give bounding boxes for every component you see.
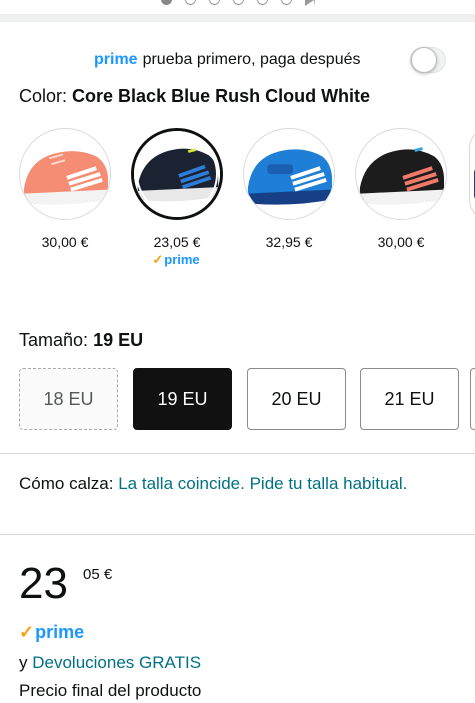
swatch-prime-label: prime bbox=[164, 252, 200, 267]
size-option-18[interactable]: 18 EU bbox=[19, 368, 118, 430]
video-play-icon[interactable] bbox=[304, 0, 315, 6]
product-price: 23 05 € bbox=[19, 559, 112, 608]
carousel-dot[interactable] bbox=[232, 0, 244, 5]
prime-try-before-buy-row: prime prueba primero, paga después bbox=[0, 47, 475, 75]
prime-check-icon: ✓ bbox=[19, 622, 35, 642]
returns-info: y Devoluciones GRATIS bbox=[19, 653, 201, 673]
prime-logo: prime bbox=[94, 51, 138, 68]
shoe-image bbox=[20, 129, 110, 219]
size-option-21[interactable]: 21 EU bbox=[360, 368, 459, 430]
color-swatch-black-coral[interactable] bbox=[355, 128, 447, 220]
carousel-dot[interactable] bbox=[160, 0, 172, 5]
color-swatch-blue[interactable] bbox=[243, 128, 335, 220]
carousel-dot[interactable] bbox=[280, 0, 292, 5]
divider bbox=[0, 453, 475, 454]
prime-try-label: prueba primero, paga después bbox=[142, 51, 361, 68]
selected-size: 19 EU bbox=[93, 330, 144, 350]
fit-info: Cómo calza: La talla coincide. Pide tu t… bbox=[19, 470, 459, 497]
size-label: Tamaño: bbox=[19, 330, 89, 350]
returns-prefix: y bbox=[19, 653, 28, 672]
carousel-dot[interactable] bbox=[256, 0, 268, 5]
free-returns-link[interactable]: Devoluciones GRATIS bbox=[32, 653, 201, 672]
prime-badge: ✓prime bbox=[19, 622, 84, 643]
shoe-image bbox=[134, 131, 220, 217]
color-selection-label: Color: Core Black Blue Rush Cloud White bbox=[19, 86, 370, 107]
price-whole: 23 bbox=[19, 559, 68, 608]
color-swatch-next[interactable] bbox=[469, 128, 475, 220]
swatch-price: 30,00 € bbox=[377, 234, 425, 250]
size-selection-label: Tamaño: 19 EU bbox=[19, 330, 143, 351]
size-option-20[interactable]: 20 EU bbox=[247, 368, 346, 430]
fit-label: Cómo calza: bbox=[19, 474, 114, 493]
divider bbox=[0, 534, 475, 535]
swatch-price: 30,00 € bbox=[41, 234, 89, 250]
shoe-image bbox=[244, 129, 334, 219]
color-swatch-coral[interactable] bbox=[19, 128, 111, 220]
prime-try-toggle[interactable] bbox=[410, 47, 446, 73]
carousel-dot[interactable] bbox=[184, 0, 196, 5]
swatch-price: 23,05 € bbox=[153, 234, 201, 250]
swatch-prime-badge: ✓prime bbox=[130, 252, 222, 268]
prime-check-icon: ✓ bbox=[152, 252, 164, 267]
section-separator bbox=[0, 14, 475, 22]
final-price-note: Precio final del producto bbox=[19, 681, 202, 700]
color-swatch-core-black[interactable] bbox=[131, 128, 223, 220]
color-label: Color: bbox=[19, 86, 68, 106]
toggle-knob bbox=[411, 47, 437, 73]
size-option-19[interactable]: 19 EU bbox=[133, 368, 232, 430]
image-carousel-dots bbox=[0, 0, 475, 6]
price-fraction: 05 € bbox=[83, 566, 113, 583]
swatch-price: 32,95 € bbox=[265, 234, 313, 250]
selected-color-name: Core Black Blue Rush Cloud White bbox=[72, 86, 371, 106]
size-option-next[interactable] bbox=[470, 368, 475, 430]
carousel-dot[interactable] bbox=[208, 0, 220, 5]
fit-link[interactable]: La talla coincide. Pide tu talla habitua… bbox=[118, 474, 407, 493]
shoe-image bbox=[356, 129, 446, 219]
prime-badge-label: prime bbox=[35, 622, 85, 642]
prime-try-text: prime prueba primero, paga después bbox=[94, 51, 361, 69]
